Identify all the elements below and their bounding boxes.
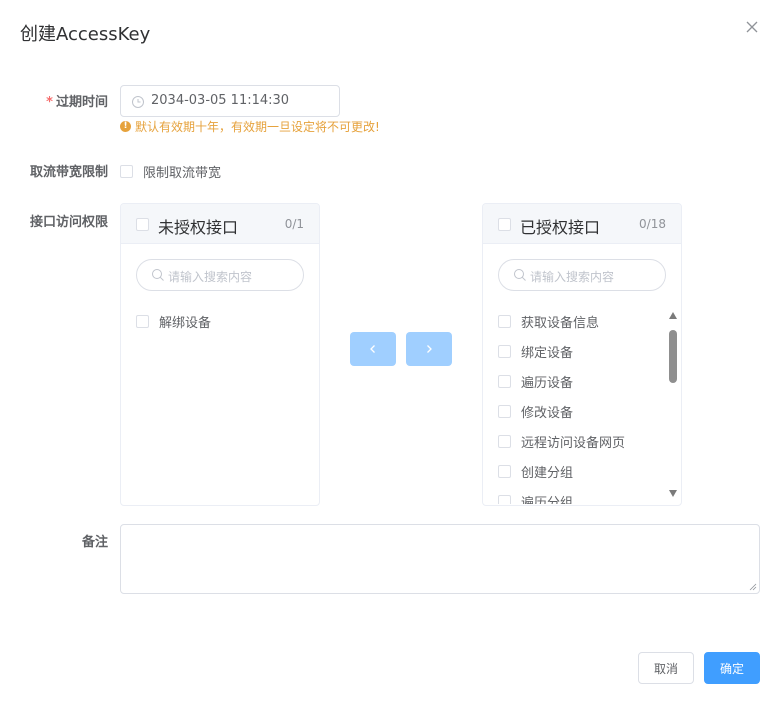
move-right-button[interactable] — [406, 332, 452, 366]
dialog-title: 创建AccessKey — [20, 24, 151, 45]
left-search-input[interactable]: 请输入搜索内容 — [136, 259, 304, 291]
expire-label: * 过期时间 — [18, 91, 108, 110]
right-search-input[interactable]: 请输入搜索内容 — [498, 259, 666, 291]
panel-header: 已授权接口 0/18 — [483, 204, 681, 244]
list-item[interactable]: 创建分组 — [483, 456, 681, 486]
bandwidth-label: 取流带宽限制 — [29, 165, 108, 180]
left-list: 解绑设备 — [121, 306, 319, 504]
panel-count: 0/1 — [284, 217, 304, 231]
item-label: 远程访问设备网页 — [521, 435, 626, 451]
bandwidth-limit-checkbox[interactable]: 限制取流带宽 — [120, 162, 221, 181]
api-access-label: 接口访问权限 — [29, 215, 108, 230]
item-label: 遍历设备 — [521, 375, 574, 391]
right-list: 获取设备信息 绑定设备 遍历设备 修改设备 远程访问设备网页 创建分组 遍历分组 — [483, 306, 681, 505]
scroll-down-arrow-icon[interactable] — [669, 490, 677, 497]
item-label: 修改设备 — [521, 405, 574, 421]
item-checkbox[interactable] — [498, 464, 511, 478]
scrollbar-thumb[interactable] — [669, 330, 677, 383]
close-icon[interactable] — [744, 19, 760, 35]
panel-count: 0/18 — [639, 217, 666, 231]
item-checkbox[interactable] — [498, 434, 511, 448]
item-label: 绑定设备 — [521, 345, 574, 361]
cancel-button[interactable]: 取消 — [638, 652, 694, 684]
item-label: 解绑设备 — [159, 315, 212, 331]
bandwidth-checkbox-label: 限制取流带宽 — [143, 166, 222, 181]
clock-icon — [131, 94, 145, 108]
panel-title: 已授权接口 — [520, 218, 601, 237]
item-label: 创建分组 — [521, 465, 574, 481]
panel-title: 未授权接口 — [158, 218, 239, 237]
expire-warning: ! 默认有效期十年，有效期一旦设定将不可更改! — [120, 118, 380, 135]
item-checkbox[interactable] — [498, 404, 511, 418]
item-label: 获取设备信息 — [521, 315, 600, 331]
scrollbar[interactable] — [668, 312, 678, 497]
expire-value: 2034-03-05 11:14:30 — [151, 93, 290, 108]
select-all-checkbox[interactable] — [136, 218, 149, 231]
search-placeholder: 请输入搜索内容 — [530, 270, 615, 284]
select-all-checkbox[interactable] — [498, 218, 511, 231]
expire-datetime-picker[interactable]: 2034-03-05 11:14:30 — [120, 85, 340, 117]
remark-label: 备注 — [81, 535, 108, 550]
checkbox-box[interactable] — [120, 165, 133, 178]
panel-header: 未授权接口 0/1 — [121, 204, 319, 244]
resize-grip-icon[interactable] — [749, 583, 757, 591]
list-item[interactable]: 绑定设备 — [483, 336, 681, 366]
list-item[interactable]: 远程访问设备网页 — [483, 426, 681, 456]
list-item[interactable]: 遍历分组 — [483, 486, 681, 505]
chevron-left-icon — [370, 345, 375, 353]
item-checkbox[interactable] — [498, 374, 511, 388]
item-checkbox[interactable] — [498, 494, 511, 504]
list-item[interactable]: 解绑设备 — [121, 306, 319, 336]
warning-icon: ! — [120, 121, 131, 132]
authorized-panel: 已授权接口 0/18 请输入搜索内容 获取设备信息 绑定设备 遍历设备 修改设备… — [482, 203, 682, 506]
unauthorized-panel: 未授权接口 0/1 请输入搜索内容 解绑设备 — [120, 203, 320, 506]
search-icon — [151, 267, 165, 281]
move-left-button[interactable] — [350, 332, 396, 366]
item-checkbox[interactable] — [136, 314, 149, 328]
expire-warning-text: 默认有效期十年，有效期一旦设定将不可更改! — [135, 120, 380, 134]
search-placeholder: 请输入搜索内容 — [168, 270, 253, 284]
item-checkbox[interactable] — [498, 344, 511, 358]
chevron-right-icon — [427, 345, 432, 353]
item-checkbox[interactable] — [498, 314, 511, 328]
list-item[interactable]: 遍历设备 — [483, 366, 681, 396]
remark-textarea[interactable] — [120, 524, 760, 594]
list-item[interactable]: 获取设备信息 — [483, 306, 681, 336]
expire-label-text: 过期时间 — [55, 95, 108, 110]
search-icon — [513, 267, 527, 281]
create-accesskey-dialog: 创建AccessKey * 过期时间 2034-03-05 11:14:30 ! … — [0, 0, 780, 705]
item-label: 遍历分组 — [521, 495, 574, 505]
scroll-up-arrow-icon[interactable] — [669, 312, 677, 319]
required-mark: * — [46, 95, 53, 110]
list-item[interactable]: 修改设备 — [483, 396, 681, 426]
confirm-button[interactable]: 确定 — [704, 652, 760, 684]
